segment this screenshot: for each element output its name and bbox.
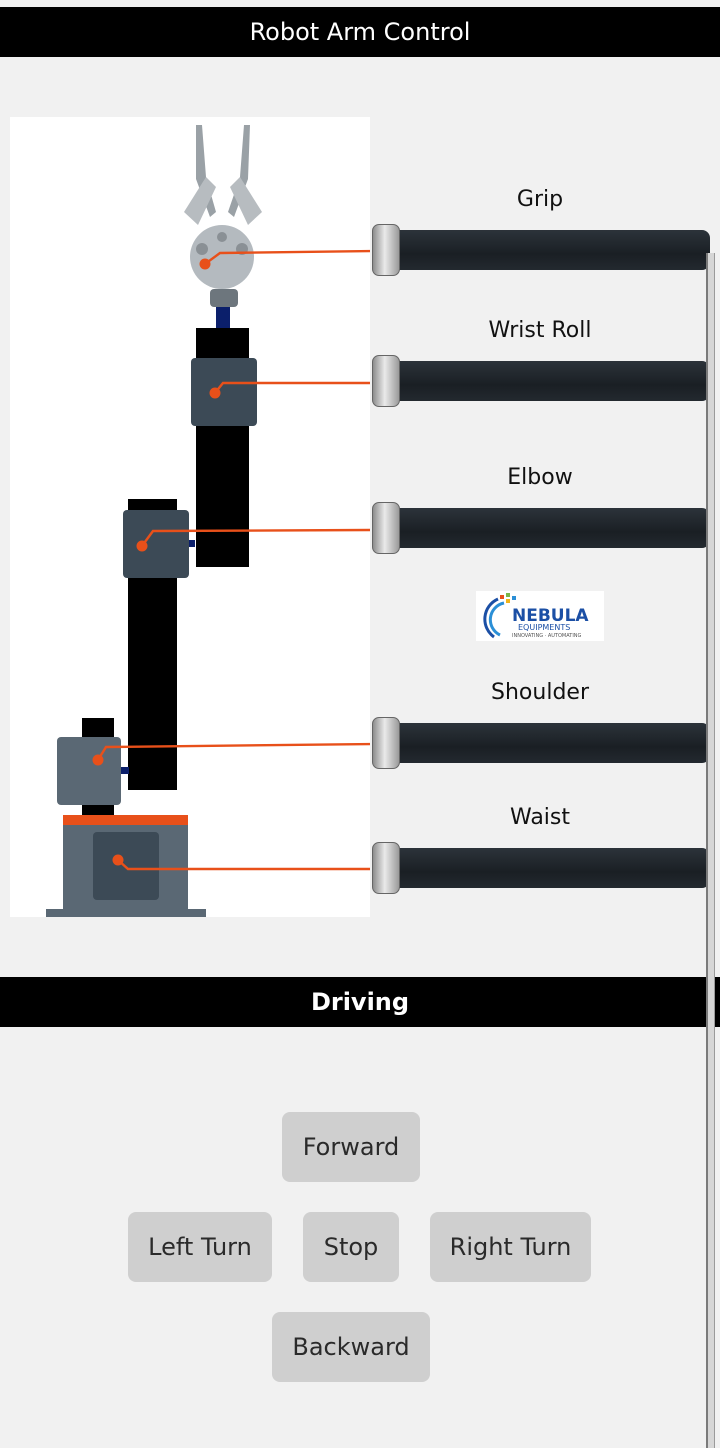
grip-slider-thumb[interactable] — [372, 224, 400, 276]
elbow-label: Elbow — [507, 465, 573, 490]
status-strip — [0, 0, 720, 7]
backward-button[interactable]: Backward — [272, 1312, 430, 1382]
nebula-logo: NEBULA EQUIPMENTS INNOVATING · AUTOMATIN… — [476, 591, 604, 641]
elbow-slider-thumb[interactable] — [372, 502, 400, 554]
wrist-roll-label: Wrist Roll — [488, 318, 592, 343]
shoulder-label: Shoulder — [491, 680, 589, 705]
waist-slider-thumb[interactable] — [372, 842, 400, 894]
scrollbar[interactable] — [706, 253, 715, 1448]
elbow-slider[interactable] — [372, 508, 710, 548]
svg-text:INNOVATING · AUTOMATING: INNOVATING · AUTOMATING — [512, 633, 582, 639]
right-turn-button[interactable]: Right Turn — [430, 1212, 591, 1282]
wrist-roll-slider-thumb[interactable] — [372, 355, 400, 407]
grip-label: Grip — [516, 187, 564, 212]
left-turn-button[interactable]: Left Turn — [128, 1212, 272, 1282]
svg-text:EQUIPMENTS: EQUIPMENTS — [518, 623, 570, 632]
forward-button[interactable]: Forward — [282, 1112, 420, 1182]
stop-button[interactable]: Stop — [303, 1212, 399, 1282]
wrist-roll-slider[interactable] — [372, 361, 710, 401]
page-title: Robot Arm Control — [0, 7, 720, 57]
waist-slider[interactable] — [372, 848, 710, 888]
driving-header: Driving — [0, 977, 720, 1027]
shoulder-slider-thumb[interactable] — [372, 717, 400, 769]
shoulder-slider[interactable] — [372, 723, 710, 763]
robot-arm-diagram — [10, 117, 373, 917]
grip-slider[interactable] — [372, 230, 710, 270]
gripper-icon — [184, 125, 262, 329]
waist-label: Waist — [509, 805, 571, 830]
